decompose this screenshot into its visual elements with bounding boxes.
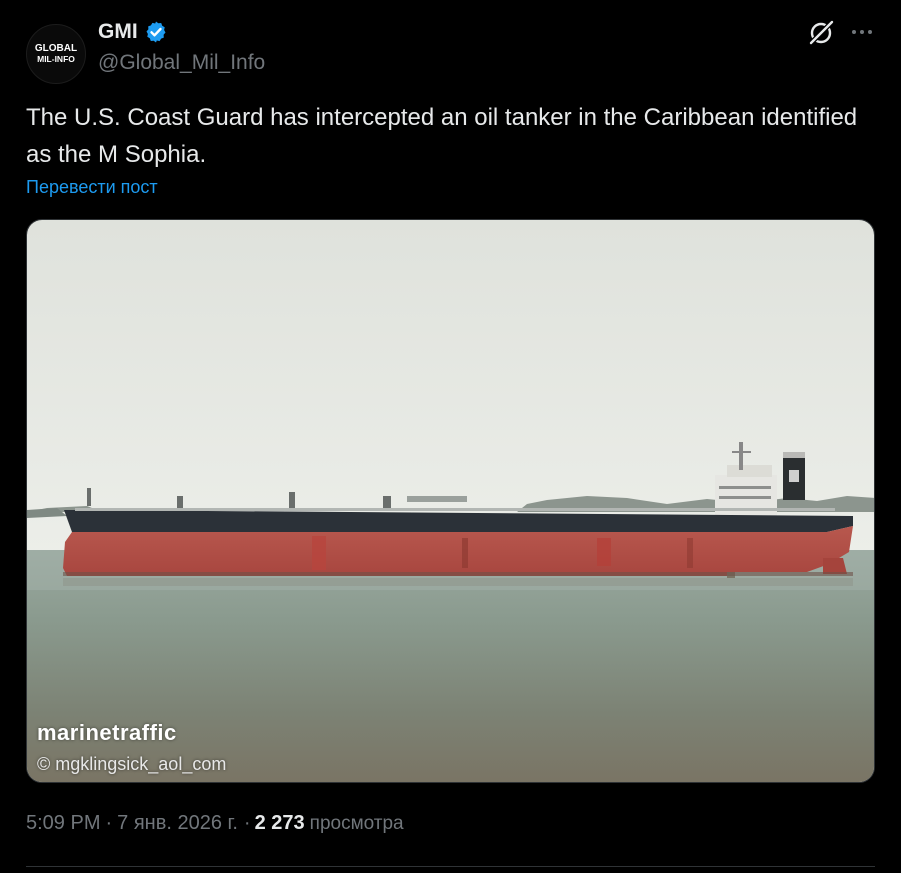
grok-icon[interactable] bbox=[806, 18, 836, 48]
post-meta: 5:09 PM · 7 янв. 2026 г. · 2 273 просмот… bbox=[26, 812, 404, 835]
meta-separator: · bbox=[243, 812, 251, 834]
post-time[interactable]: 5:09 PM bbox=[26, 812, 100, 835]
post-text: The U.S. Coast Guard has intercepted an … bbox=[26, 104, 858, 168]
more-horizontal-icon[interactable] bbox=[850, 22, 874, 42]
avatar-logo: GLOBAL MIL-INFO bbox=[35, 43, 77, 64]
author-handle[interactable]: @Global_Mil_Info bbox=[98, 51, 265, 75]
meta-separator: · bbox=[105, 812, 113, 834]
avatar[interactable]: GLOBAL MIL-INFO bbox=[26, 24, 86, 84]
divider bbox=[26, 866, 875, 867]
post-card: GLOBAL MIL-INFO GMI @Global_Mil_Info The… bbox=[0, 0, 901, 873]
avatar-text-top: GLOBAL bbox=[35, 43, 77, 54]
post-image[interactable]: marinetraffic © mgklingsick_aol_com bbox=[26, 219, 875, 783]
tanker-photo bbox=[27, 220, 874, 782]
verified-badge-icon[interactable] bbox=[144, 20, 168, 44]
display-name[interactable]: GMI bbox=[98, 20, 138, 44]
image-credit: © mgklingsick_aol_com bbox=[37, 754, 227, 774]
post-date[interactable]: 7 янв. 2026 г. bbox=[117, 812, 238, 835]
translate-post-link[interactable]: Перевести пост bbox=[26, 177, 158, 198]
avatar-text-bottom: MIL-INFO bbox=[37, 54, 75, 64]
image-watermark: marinetraffic bbox=[37, 720, 177, 745]
author-name-row: GMI bbox=[98, 20, 168, 44]
views-count[interactable]: 2 273 bbox=[255, 812, 305, 835]
views-label: просмотра bbox=[309, 813, 404, 834]
